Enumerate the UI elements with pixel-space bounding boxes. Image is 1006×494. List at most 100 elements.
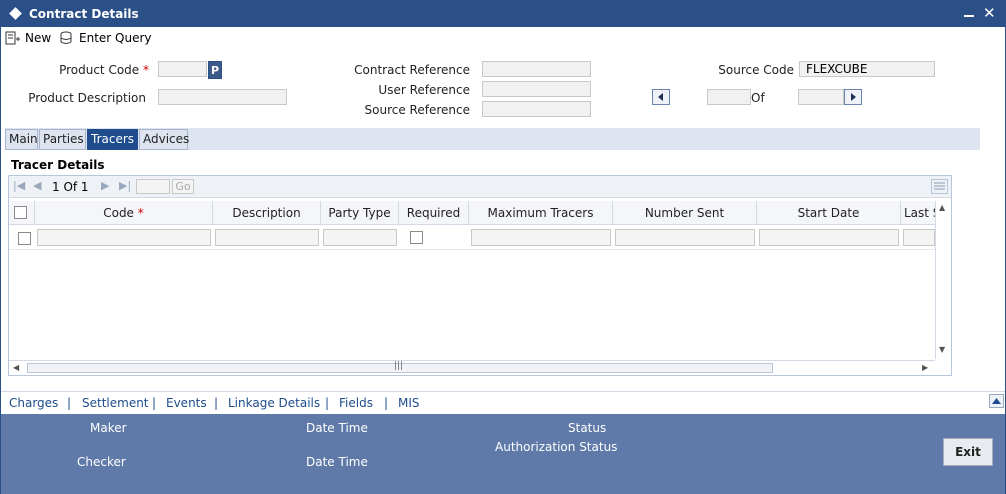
product-code-lov-button[interactable]: P [208, 61, 222, 79]
number-sent-cell-input[interactable] [615, 229, 755, 246]
party-type-cell-input[interactable] [323, 229, 397, 246]
col-header-code[interactable]: Code * [35, 201, 213, 225]
tab-bar: Main Parties Tracers Advices [5, 128, 980, 150]
link-separator: | [214, 396, 219, 410]
col-header-party-type[interactable]: Party Type [321, 201, 399, 225]
page-info: 1 Of 1 [52, 180, 89, 194]
source-code-label: Source Code [718, 63, 794, 77]
horizontal-scroll-thumb[interactable]: ||| [27, 361, 773, 373]
code-cell-input[interactable] [37, 229, 211, 246]
exit-button[interactable]: Exit [943, 438, 993, 466]
col-header-start-date[interactable]: Start Date [757, 201, 901, 225]
vertical-scrollbar[interactable]: ▲ ▼ [935, 201, 951, 359]
sub-screen-links: Charges | Settlement | Events | Linkage … [1, 391, 1005, 413]
required-star: * [143, 63, 149, 77]
previous-page-icon[interactable]: ◀ [33, 179, 41, 192]
start-date-cell-input[interactable] [759, 229, 899, 246]
link-fields[interactable]: Fields [339, 396, 373, 410]
first-page-icon[interactable]: |◀ [13, 179, 25, 192]
tab-tracers[interactable]: Tracers [87, 129, 138, 150]
user-reference-field[interactable] [482, 81, 591, 97]
select-all-checkbox[interactable] [14, 206, 27, 219]
scroll-up-icon[interactable]: ▲ [939, 203, 945, 212]
go-button[interactable]: Go [172, 179, 194, 194]
scroll-down-icon[interactable]: ▼ [939, 345, 945, 354]
arrow-up-icon [992, 398, 1001, 404]
arrow-right-icon [851, 93, 856, 101]
arrow-left-icon [658, 93, 663, 101]
scroll-right-icon[interactable]: ▶ [922, 363, 928, 372]
col-header-maximum-tracers[interactable]: Maximum Tracers [469, 201, 613, 225]
source-reference-field[interactable] [482, 101, 591, 117]
link-mis[interactable]: MIS [398, 396, 420, 410]
of-label: Of [751, 91, 765, 105]
title-bar: Contract Details ✕ [1, 1, 1005, 27]
source-reference-label: Source Reference [364, 103, 470, 117]
grid-settings-icon[interactable] [931, 179, 948, 194]
tab-advices[interactable]: Advices [139, 129, 189, 150]
row-select-checkbox[interactable] [18, 232, 31, 245]
new-button[interactable]: New [5, 29, 51, 47]
close-icon[interactable]: ✕ [983, 4, 996, 22]
link-events[interactable]: Events [166, 396, 207, 410]
tracer-details-title: Tracer Details [11, 158, 105, 172]
enter-query-label: Enter Query [79, 31, 152, 45]
col-header-description[interactable]: Description [213, 201, 321, 225]
page-number-input[interactable] [136, 179, 170, 194]
link-separator: | [384, 396, 389, 410]
col-header-last-sent[interactable]: Last S [901, 201, 935, 225]
required-checkbox[interactable] [410, 231, 423, 244]
toolbar: New Enter Query [1, 27, 1005, 49]
product-description-label: Product Description [28, 91, 146, 105]
product-code-label: Product Code * [59, 63, 149, 77]
link-linkage-details[interactable]: Linkage Details [228, 396, 320, 410]
collapse-footer-button[interactable] [989, 394, 1004, 408]
last-page-icon[interactable]: ▶| [119, 179, 131, 192]
grip-icon: ||| [394, 361, 404, 371]
tab-parties[interactable]: Parties [39, 129, 86, 150]
link-settlement[interactable]: Settlement [82, 396, 149, 410]
source-code-field[interactable]: FLEXCUBE [799, 61, 935, 77]
enter-query-button[interactable]: Enter Query [59, 29, 152, 47]
link-separator: | [67, 396, 72, 410]
maximum-tracers-cell-input[interactable] [471, 229, 611, 246]
product-description-field[interactable] [158, 89, 287, 105]
tab-main[interactable]: Main [5, 129, 38, 150]
link-separator: | [152, 396, 157, 410]
new-label: New [25, 31, 52, 45]
link-separator: | [325, 396, 330, 410]
contract-reference-label: Contract Reference [354, 63, 470, 77]
table-row [9, 226, 935, 250]
current-record-field[interactable] [707, 89, 751, 105]
grid-header: Code * Description Party Type Required M… [9, 201, 935, 225]
description-cell-input[interactable] [215, 229, 319, 246]
col-header-number-sent[interactable]: Number Sent [613, 201, 757, 225]
tracer-grid: |◀ ◀ 1 Of 1 ▶ ▶| Go Code * Description P… [8, 175, 952, 376]
link-charges[interactable]: Charges [9, 396, 58, 410]
last-sent-cell-input[interactable] [903, 229, 935, 246]
query-database-icon [60, 31, 72, 44]
status-label: Status [568, 421, 607, 435]
required-star: * [137, 206, 144, 220]
contract-details-window: Contract Details ✕ New Enter Query Produ… [0, 0, 1006, 494]
user-reference-label: User Reference [378, 83, 470, 97]
header-select-cell [9, 201, 35, 225]
product-code-field[interactable] [158, 61, 207, 77]
maker-label: Maker [90, 421, 127, 435]
new-document-icon [5, 31, 20, 45]
minimize-icon[interactable] [964, 15, 974, 17]
audit-footer: Maker Checker Date Time Date Time Status… [1, 414, 1005, 494]
horizontal-scrollbar[interactable]: ◀ ||| ▶ [9, 360, 935, 375]
grid-pager: |◀ ◀ 1 Of 1 ▶ ▶| Go [9, 176, 951, 198]
scroll-left-icon[interactable]: ◀ [13, 363, 19, 372]
checker-label: Checker [77, 455, 126, 469]
previous-record-button[interactable] [652, 89, 670, 105]
next-page-icon[interactable]: ▶ [101, 179, 109, 192]
next-record-button[interactable] [844, 89, 862, 105]
checker-date-time-label: Date Time [306, 455, 368, 469]
total-records-field[interactable] [798, 89, 844, 105]
authorization-status-label: Authorization Status [495, 440, 618, 454]
maker-date-time-label: Date Time [306, 421, 368, 435]
col-header-required[interactable]: Required [399, 201, 469, 225]
contract-reference-field[interactable] [482, 61, 591, 77]
